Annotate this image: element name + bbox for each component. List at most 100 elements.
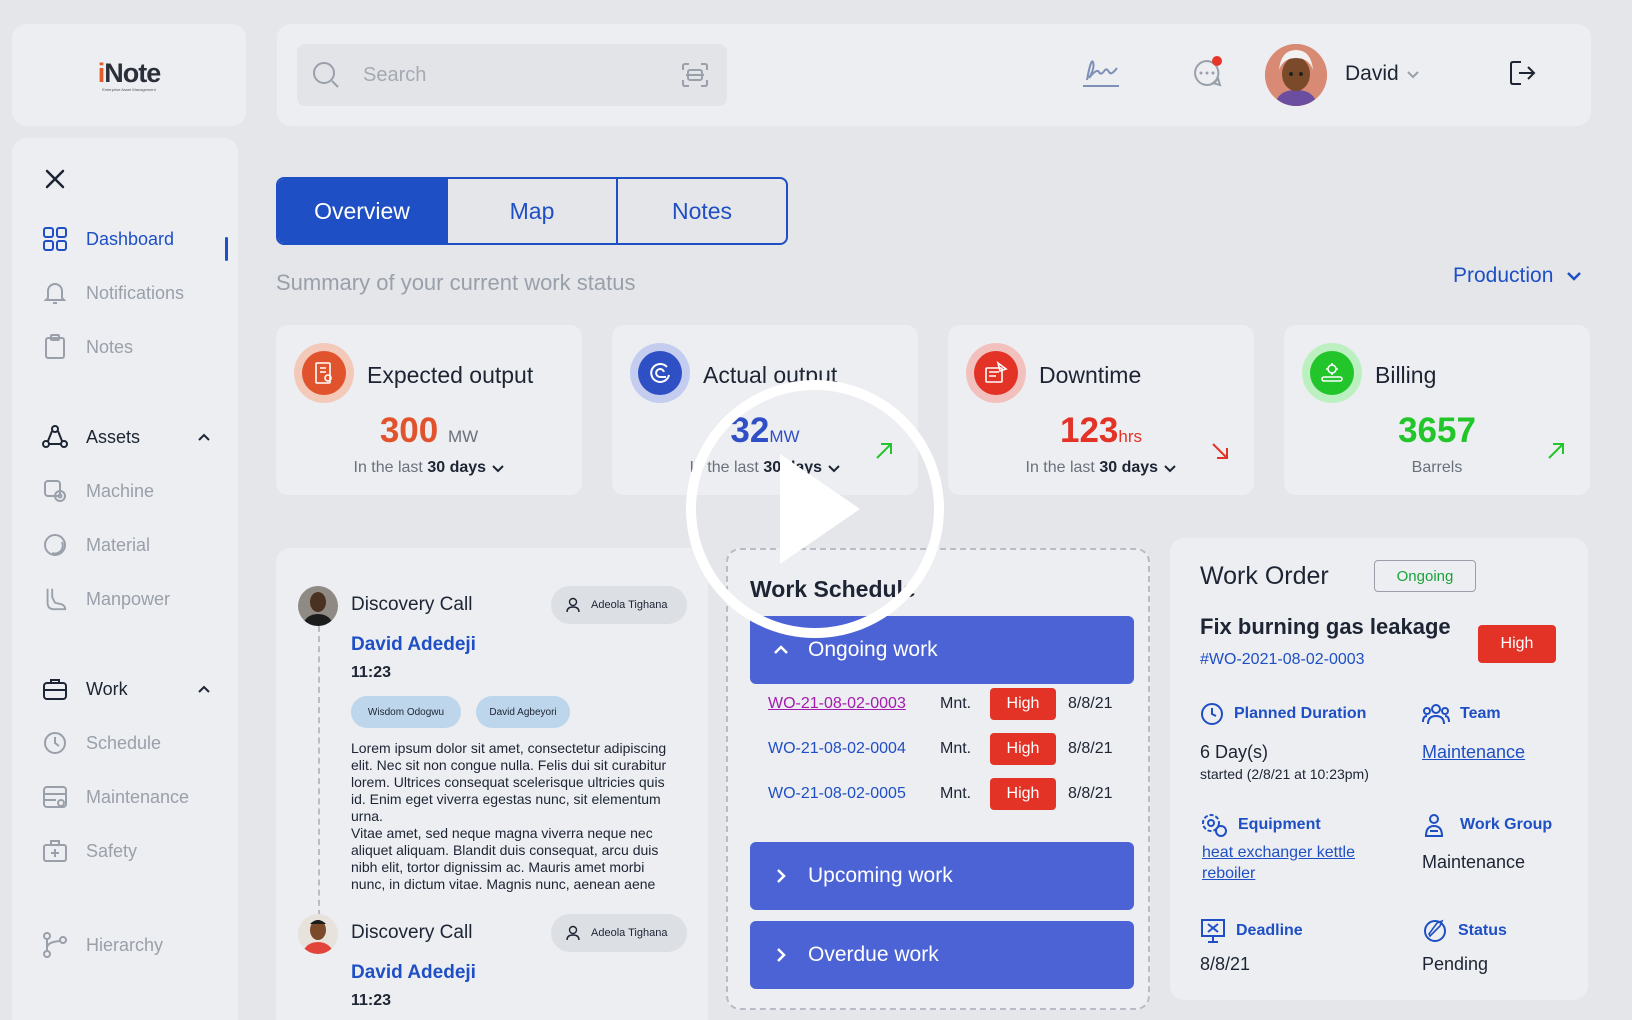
production-dropdown[interactable]: Production [1453, 264, 1583, 288]
chevron-up-icon[interactable] [196, 429, 212, 445]
upcoming-work-accordion[interactable]: Upcoming work [750, 842, 1134, 910]
tab-notes[interactable]: Notes [618, 179, 786, 243]
sidebar-section-work[interactable]: Work [42, 672, 232, 706]
work-order-heading: Work Order [1200, 562, 1329, 590]
stat-unit: MW [447, 427, 479, 446]
equipment-link[interactable]: reboiler [1202, 865, 1255, 883]
chevron-down-icon [491, 465, 504, 473]
work-order-type: Mnt. [940, 695, 972, 712]
first-aid-icon [42, 838, 68, 864]
search-input[interactable] [363, 58, 653, 92]
stat-expected-output: Expected output 300 MW In the last 30 da… [276, 325, 582, 495]
field-label: Planned Duration [1234, 705, 1367, 722]
deadline-value: 8/8/21 [1200, 954, 1251, 974]
assets-icon [42, 424, 68, 450]
sidebar-item-label: Assets [86, 426, 141, 447]
assignee-name: Adeola Tighana [591, 927, 668, 939]
status-icon [1424, 919, 1446, 942]
chevron-up-icon[interactable] [196, 681, 212, 697]
scan-icon[interactable] [681, 62, 709, 88]
team-link[interactable]: Maintenance [1422, 742, 1525, 763]
deadline-label: Deadline [1200, 918, 1303, 944]
work-order-number[interactable]: #WO-2021-08-02-0003 [1200, 651, 1365, 669]
sidebar-item-notes[interactable]: Notes [42, 330, 232, 364]
stat-value: 3657 [1398, 411, 1476, 450]
stat-period-prefix: In the last [353, 459, 423, 476]
signature-icon[interactable] [1081, 54, 1121, 90]
search-box [297, 44, 727, 106]
team-label: Team [1422, 702, 1501, 726]
timeline-title: Discovery Call [351, 594, 473, 615]
equipment-link[interactable]: heat exchanger kettle [1202, 844, 1355, 862]
stat-period[interactable]: In the last 30 days [948, 459, 1254, 477]
trend-down-icon [1212, 443, 1228, 459]
sidebar-item-schedule[interactable]: Schedule [42, 726, 232, 760]
status-label: Status [1422, 918, 1507, 944]
work-order-link[interactable]: WO-21-08-02-0003 [768, 695, 906, 713]
sidebar-item-label: Machine [86, 480, 155, 501]
machine-gear-icon [42, 478, 68, 504]
logout-icon[interactable] [1507, 58, 1537, 88]
work-order-type: Mnt. [940, 740, 972, 757]
participant-tag[interactable]: Wisdom Odogwu [351, 696, 461, 728]
field-label: Work Group [1460, 816, 1553, 833]
stat-period-value: 30 days [1099, 459, 1159, 476]
logo[interactable]: iNote Enterprise Asset Management [98, 58, 162, 92]
sidebar-item-machine[interactable]: Machine [42, 474, 232, 508]
stat-period-value: 30 days [427, 459, 487, 476]
sidebar-section-assets[interactable]: Assets [42, 420, 232, 454]
actual-output-icon [630, 343, 690, 403]
sidebar-item-safety[interactable]: Safety [42, 834, 232, 868]
table-row: WO-21-08-02-0005 Mnt. High 8/8/21 [750, 776, 1134, 812]
avatar[interactable] [298, 914, 338, 954]
dashboard-icon [42, 226, 68, 252]
timeline-person[interactable]: David Adedeji [351, 634, 476, 656]
work-order-task: Fix burning gas leakage [1200, 614, 1451, 639]
sidebar: Dashboard Notifications Notes Assets Mac… [12, 138, 238, 1020]
sidebar-item-maintenance[interactable]: Maintenance [42, 780, 232, 814]
chevron-down-icon [1406, 71, 1419, 79]
planned-start-value: started (2/8/21 at 10:23pm) [1200, 766, 1369, 782]
sidebar-item-manpower[interactable]: Manpower [42, 582, 232, 616]
stat-number: 300 [379, 411, 439, 450]
timeline-time: 11:23 [351, 664, 392, 681]
field-label: Status [1458, 922, 1507, 939]
assignee-chip[interactable]: Adeola Tighana [551, 914, 687, 952]
tab-map[interactable]: Map [448, 179, 618, 243]
sidebar-item-notifications[interactable]: Notifications [42, 276, 232, 310]
timeline-person[interactable]: David Adedeji [351, 962, 476, 984]
user-menu[interactable]: David [1345, 62, 1421, 86]
top-bar: David [277, 24, 1591, 126]
play-button[interactable] [686, 380, 944, 638]
planned-duration-value: 6 Day(s) [1200, 742, 1269, 762]
work-order-date: 8/8/21 [1068, 785, 1113, 802]
sidebar-item-material[interactable]: Material [42, 528, 232, 562]
assignee-chip[interactable]: Adeola Tighana [551, 586, 687, 624]
field-label: Deadline [1236, 922, 1303, 939]
manpower-icon [42, 586, 68, 612]
clock-icon [1201, 703, 1223, 725]
accordion-label: Upcoming work [808, 864, 953, 887]
search-icon [313, 62, 339, 88]
close-icon[interactable] [40, 164, 70, 194]
sidebar-item-label: Manpower [86, 588, 171, 609]
sidebar-item-hierarchy[interactable]: Hierarchy [42, 928, 232, 962]
avatar[interactable] [298, 586, 338, 626]
sidebar-item-dashboard[interactable]: Dashboard [42, 222, 232, 256]
tab-overview[interactable]: Overview [278, 179, 448, 243]
overdue-work-accordion[interactable]: Overdue work [750, 921, 1134, 989]
stat-period[interactable]: In the last 30 days [276, 459, 582, 477]
work-order-type: Mnt. [940, 785, 972, 802]
avatar[interactable] [1265, 44, 1327, 106]
priority-badge: High [990, 688, 1056, 720]
deadline-icon [1201, 919, 1225, 943]
participant-tag[interactable]: David Agbeyori [476, 696, 570, 728]
work-group-value: Maintenance [1422, 852, 1526, 872]
status-badge: Ongoing [1374, 560, 1476, 592]
work-order-link[interactable]: WO-21-08-02-0004 [768, 740, 906, 758]
stat-title: Downtime [1039, 362, 1142, 388]
work-order-link[interactable]: WO-21-08-02-0005 [768, 785, 906, 803]
sidebar-item-label: Dashboard [86, 228, 175, 249]
status-value: Pending [1422, 954, 1489, 974]
notification-dot [1212, 56, 1222, 66]
